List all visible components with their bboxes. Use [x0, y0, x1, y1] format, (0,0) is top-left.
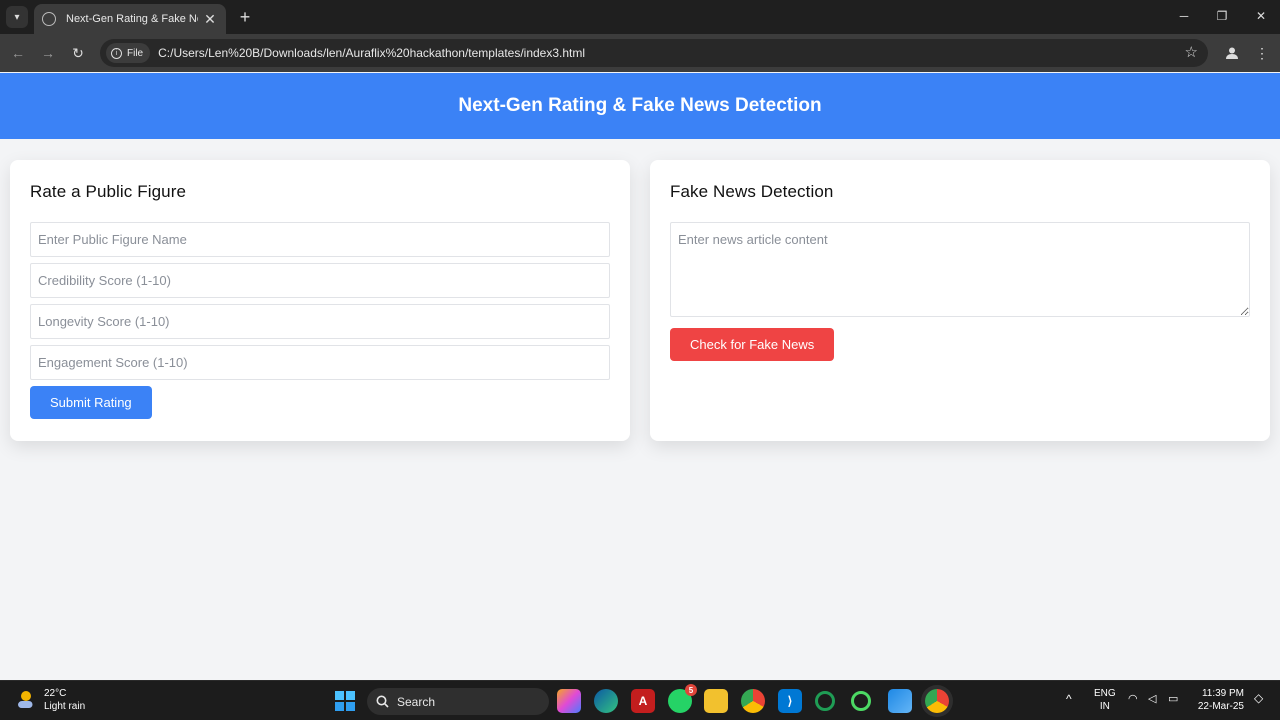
- check-fake-news-button[interactable]: Check for Fake News: [670, 328, 835, 361]
- weather-temperature: 22°C: [44, 688, 67, 699]
- profile-icon[interactable]: [1221, 42, 1243, 64]
- reload-button[interactable]: ↻: [67, 42, 89, 64]
- language-top: ENG: [1094, 688, 1116, 699]
- copilot-icon[interactable]: [557, 689, 581, 713]
- whatsapp-badge: 5: [685, 684, 697, 696]
- browser-tab-active[interactable]: Next-Gen Rating & Fake News Detection ✕: [34, 4, 226, 34]
- clock-date: 22-Mar-25: [1197, 701, 1244, 712]
- browser-toolbar: ← → ↻ i File C:/Users/Len%20B/Downloads/…: [0, 34, 1280, 72]
- site-info-chip[interactable]: i File: [106, 43, 151, 63]
- clock-time: 11:39 PM: [1201, 688, 1244, 699]
- vscode-icon[interactable]: ⟩: [778, 689, 802, 713]
- clock[interactable]: 11:39 PM 22-Mar-25: [1194, 687, 1244, 713]
- close-window-button[interactable]: ✕: [1243, 4, 1279, 28]
- new-tab-button[interactable]: +: [234, 6, 256, 28]
- chrome-active-icon[interactable]: [925, 689, 949, 713]
- rating-heading: Rate a Public Figure: [30, 182, 187, 201]
- weather-rain-icon: [14, 689, 36, 711]
- show-hidden-icons-chevron[interactable]: ^: [1066, 693, 1072, 706]
- globe-icon: [42, 12, 56, 26]
- chrome-profile-icon[interactable]: [741, 689, 765, 713]
- longevity-score-input[interactable]: [30, 304, 610, 339]
- back-button[interactable]: ←: [7, 42, 29, 64]
- close-tab-icon[interactable]: ✕: [202, 11, 218, 28]
- taskbar-search-label: Search: [397, 694, 436, 709]
- page-title: Next-Gen Rating & Fake News Detection: [458, 95, 822, 116]
- wifi-icon[interactable]: ◠: [1128, 693, 1138, 706]
- windows-start-icon[interactable]: [333, 689, 357, 713]
- taskbar-search[interactable]: Search: [367, 688, 549, 715]
- acrobat-icon[interactable]: A: [631, 689, 655, 713]
- restore-button[interactable]: ❐: [1204, 4, 1240, 28]
- battery-icon[interactable]: ▭: [1168, 693, 1178, 706]
- volume-icon[interactable]: ◁: [1148, 693, 1156, 706]
- photos-icon[interactable]: [888, 689, 912, 713]
- loading-ring-icon[interactable]: [815, 691, 835, 711]
- weather-widget[interactable]: 22°C Light rain: [14, 687, 85, 713]
- rating-card: Rate a Public Figure Submit Rating: [10, 160, 630, 441]
- tab-search-menu-button[interactable]: ▾: [6, 6, 28, 28]
- address-bar[interactable]: i File C:/Users/Len%20B/Downloads/len/Au…: [100, 39, 1208, 67]
- menu-kebab-icon[interactable]: ⋮: [1251, 42, 1273, 64]
- notification-bell-icon[interactable]: ◇: [1254, 692, 1263, 705]
- file-explorer-icon[interactable]: [704, 689, 728, 713]
- submit-rating-button[interactable]: Submit Rating: [30, 386, 152, 419]
- engagement-score-input[interactable]: [30, 345, 610, 380]
- browser-tab-bar: ▾ Next-Gen Rating & Fake News Detection …: [0, 0, 1280, 34]
- windows-taskbar: 22°C Light rain Search A 5 ⟩ ^ ENG IN ◠ …: [0, 680, 1280, 720]
- site-info-label: File: [127, 47, 144, 59]
- whatsapp-icon[interactable]: 5: [668, 684, 697, 713]
- minimize-button[interactable]: ─: [1166, 4, 1202, 28]
- edge-browser-icon[interactable]: [594, 689, 618, 713]
- tab-title: Next-Gen Rating & Fake News Detection: [66, 13, 198, 25]
- weather-condition: Light rain: [44, 701, 86, 712]
- url-text: C:/Users/Len%20B/Downloads/len/Auraflix%…: [158, 46, 586, 60]
- page-header: Next-Gen Rating & Fake News Detection: [0, 73, 1280, 139]
- news-content-textarea[interactable]: [670, 222, 1250, 317]
- public-figure-name-input[interactable]: [30, 222, 610, 257]
- search-icon: [376, 695, 389, 708]
- fake-news-heading: Fake News Detection: [670, 182, 834, 201]
- app-ring-icon[interactable]: [851, 691, 871, 711]
- info-icon: i: [111, 47, 122, 59]
- fake-news-card: Fake News Detection Check for Fake News: [650, 160, 1270, 441]
- forward-button[interactable]: →: [37, 42, 59, 64]
- bookmark-star-icon[interactable]: ☆: [1185, 43, 1198, 61]
- language-bottom: IN: [1099, 701, 1110, 712]
- credibility-score-input[interactable]: [30, 263, 610, 298]
- language-indicator[interactable]: ENG IN: [1094, 687, 1116, 713]
